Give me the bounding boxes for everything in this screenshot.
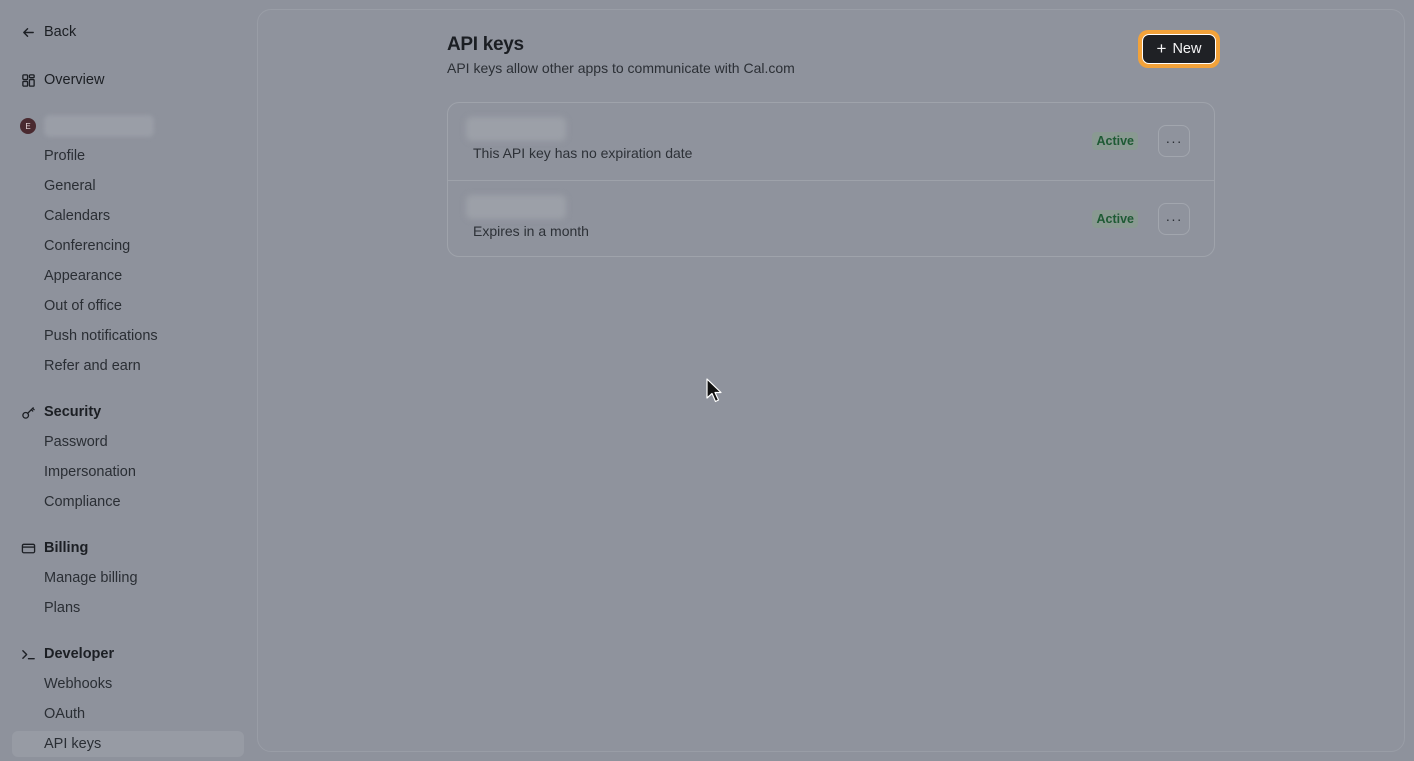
sidebar-section-label: Billing — [44, 540, 89, 556]
sidebar-item-out-of-office[interactable]: Out of office — [44, 294, 122, 318]
api-key-expiration: This API key has no expiration date — [473, 145, 693, 161]
new-button-label: New — [1172, 41, 1202, 57]
new-api-key-button[interactable]: + New — [1138, 30, 1220, 68]
grid-icon — [20, 72, 36, 88]
settings-sidebar: Back Overview E Profile General Calendar… — [0, 0, 256, 761]
page-subtitle: API keys allow other apps to communicate… — [447, 60, 795, 76]
back-label: Back — [44, 24, 77, 40]
sidebar-item-refer-and-earn[interactable]: Refer and earn — [44, 354, 141, 378]
sidebar-item-conferencing[interactable]: Conferencing — [44, 234, 130, 258]
sidebar-section-developer[interactable]: Developer — [20, 642, 114, 666]
sidebar-item-push-notifications[interactable]: Push notifications — [44, 324, 158, 348]
credit-card-icon — [20, 540, 36, 556]
status-badge: Active — [1092, 132, 1138, 150]
sidebar-section-label: Security — [44, 404, 102, 420]
sidebar-section-security[interactable]: Security — [20, 400, 101, 424]
list-item: This API key has no expiration date Acti… — [448, 103, 1214, 180]
terminal-icon — [20, 646, 36, 662]
arrow-left-icon — [20, 24, 36, 40]
sidebar-item-compliance[interactable]: Compliance — [44, 490, 121, 514]
sidebar-item-appearance[interactable]: Appearance — [44, 264, 122, 288]
api-key-name-redacted — [466, 195, 566, 219]
sidebar-item-password[interactable]: Password — [44, 430, 108, 454]
mouse-cursor-icon — [706, 378, 722, 403]
sidebar-item-api-keys[interactable]: API keys — [12, 731, 244, 757]
sidebar-item-label: Overview — [44, 72, 105, 88]
sidebar-item-plans[interactable]: Plans — [44, 596, 80, 620]
more-horizontal-icon: ··· — [1165, 133, 1183, 149]
app-window: Back Overview E Profile General Calendar… — [0, 0, 1414, 761]
sidebar-account-header[interactable]: E — [20, 114, 154, 138]
sidebar-item-oauth[interactable]: OAuth — [44, 702, 85, 726]
sidebar-item-profile[interactable]: Profile — [44, 144, 85, 168]
sidebar-section-label: Developer — [44, 646, 115, 662]
api-keys-list: This API key has no expiration date Acti… — [447, 102, 1215, 257]
avatar: E — [20, 118, 36, 134]
sidebar-item-general[interactable]: General — [44, 174, 96, 198]
main-panel: API keys API keys allow other apps to co… — [257, 9, 1405, 752]
new-button-inner: + New — [1142, 34, 1216, 64]
sidebar-item-webhooks[interactable]: Webhooks — [44, 672, 112, 696]
sidebar-item-manage-billing[interactable]: Manage billing — [44, 566, 138, 590]
account-name-redacted — [44, 115, 154, 137]
page-title: API keys — [447, 34, 524, 55]
status-badge: Active — [1092, 210, 1138, 228]
sidebar-item-impersonation[interactable]: Impersonation — [44, 460, 136, 484]
key-icon — [20, 404, 36, 420]
more-horizontal-icon: ··· — [1165, 211, 1183, 227]
sidebar-item-overview[interactable]: Overview — [20, 68, 104, 92]
sidebar-item-calendars[interactable]: Calendars — [44, 204, 110, 228]
more-options-button[interactable]: ··· — [1158, 203, 1190, 235]
back-link[interactable]: Back — [20, 20, 76, 44]
api-key-name-redacted — [466, 117, 566, 141]
more-options-button[interactable]: ··· — [1158, 125, 1190, 157]
list-item: Expires in a month Active ··· — [448, 180, 1214, 257]
api-key-expiration: Expires in a month — [473, 223, 589, 239]
sidebar-section-billing[interactable]: Billing — [20, 536, 88, 560]
plus-icon: + — [1156, 39, 1167, 58]
